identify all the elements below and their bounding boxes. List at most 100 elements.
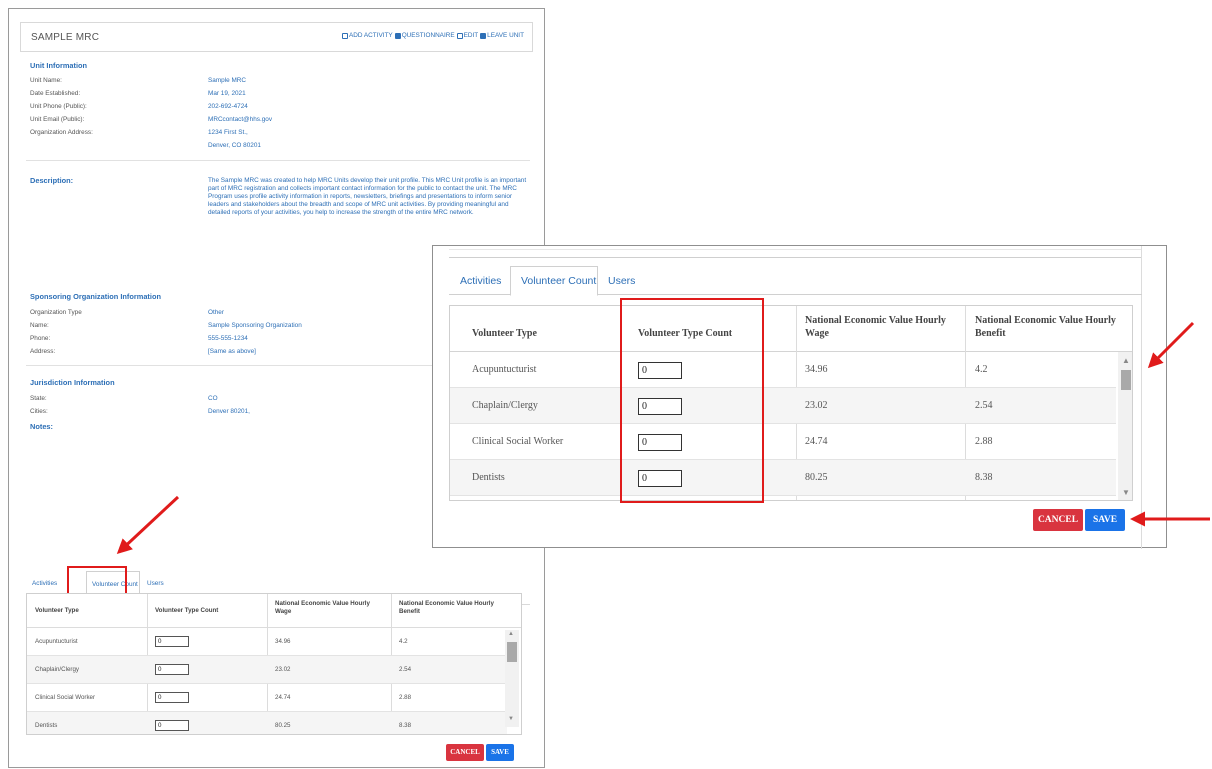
cancel-button[interactable]: CANCEL [1033, 509, 1083, 531]
scroll-down-icon[interactable]: ▼ [508, 716, 514, 722]
volunteer-type-cell: Chaplain/Clergy [35, 666, 80, 673]
zoomed-volunteer-panel: Activities Volunteer Count Users Volunte… [432, 245, 1167, 549]
row-label: Address: [30, 348, 56, 355]
calendar-icon [342, 32, 348, 39]
description-text: The Sample MRC was created to help MRC U… [208, 177, 527, 217]
volunteer-type-cell: Acupuntucturist [35, 638, 78, 645]
column-header: Volunteer Type Count [155, 607, 219, 614]
benefit-cell: 2.88 [975, 436, 993, 447]
add-activity-link[interactable]: ADD ACTIVITY [342, 32, 393, 39]
volunteer-count-input[interactable]: 0 [155, 720, 189, 731]
wage-cell: 23.02 [805, 400, 828, 411]
unit-info-heading: Unit Information [30, 61, 88, 70]
row-value: 555-555-1234 [208, 335, 248, 342]
pencil-icon [456, 32, 463, 39]
scroll-up-icon[interactable]: ▲ [1122, 356, 1130, 365]
table-scrollbar[interactable]: ▲ ▼ [505, 630, 519, 727]
cancel-button[interactable]: CANCEL [446, 744, 484, 761]
benefit-cell: 2.88 [399, 694, 412, 701]
row-value: CO [208, 395, 218, 402]
volunteer-count-input[interactable]: 0 [155, 636, 189, 647]
wage-cell: 80.25 [805, 472, 828, 483]
wage-cell: 34.96 [275, 638, 291, 645]
column-header: National Economic Value Hourly Wage [275, 600, 370, 615]
panel-header: SAMPLE MRC ADD ACTIVITY QUESTIONNAIRE ED… [20, 22, 533, 52]
scroll-down-icon[interactable]: ▼ [1122, 488, 1130, 497]
row-value: Denver, CO 80201 [208, 142, 261, 149]
panel-actions: ADD ACTIVITY QUESTIONNAIRE EDIT LEAVE UN… [342, 32, 524, 39]
page-title: SAMPLE MRC [31, 32, 100, 43]
volunteer-type-cell: Chaplain/Clergy [472, 400, 538, 411]
highlight-box [620, 298, 764, 503]
tab-label: Volunteer Count [521, 275, 597, 287]
row-label: Date Established: [30, 90, 81, 97]
column-header: National Economic Value Hourly Benefit [975, 315, 1116, 339]
column-header: Volunteer Type [35, 607, 79, 614]
benefit-cell: 2.54 [975, 400, 993, 411]
benefit-cell: 4.2 [399, 638, 408, 645]
volunteer-count-input[interactable]: 0 [155, 664, 189, 675]
scrollbar-thumb[interactable] [507, 642, 517, 662]
questionnaire-label: QUESTIONNAIRE [401, 32, 455, 39]
row-value: Other [208, 309, 224, 316]
description-heading: Description: [30, 176, 74, 185]
volunteer-type-cell: Dentists [35, 722, 58, 729]
notes-heading: Notes: [30, 422, 53, 431]
scroll-up-icon[interactable]: ▲ [508, 631, 514, 637]
tab-bar: Activities Volunteer Count Users [449, 266, 1142, 296]
row-label: Organization Type [30, 309, 82, 316]
benefit-cell: 2.54 [399, 666, 412, 673]
wage-cell: 34.96 [805, 364, 828, 375]
volunteer-type-cell: Clinical Social Worker [35, 694, 96, 701]
save-button[interactable]: SAVE [486, 744, 514, 761]
volunteer-type-cell: Clinical Social Worker [472, 436, 564, 447]
wage-cell: 80.25 [275, 722, 291, 729]
row-value: Sample MRC [208, 77, 246, 84]
table-scrollbar[interactable]: ▲ ▼ [1118, 352, 1132, 500]
volunteer-type-cell: Dentists [472, 472, 505, 483]
tab-activities[interactable]: Activities [32, 580, 57, 587]
divider [449, 257, 1142, 258]
row-label: Unit Phone (Public): [30, 103, 87, 110]
save-button[interactable]: SAVE [1085, 509, 1125, 531]
row-value: Mar 19, 2021 [208, 90, 246, 97]
table-row: Acupuntucturist 0 34.96 4.2 [450, 352, 1116, 388]
table-row: Dentists 0 80.25 8.38 [450, 460, 1116, 496]
questionnaire-link[interactable]: QUESTIONNAIRE [394, 32, 455, 39]
column-header: National Economic Value Hourly Benefit [399, 600, 494, 615]
table-row: Dentists 0 80.25 8.38 [27, 712, 507, 734]
tab-volunteer-count[interactable]: Volunteer Count [510, 266, 598, 296]
tab-users[interactable]: Users [608, 275, 635, 287]
row-label: Organization Address: [30, 129, 93, 136]
row-label: State: [30, 395, 47, 402]
person-icon [480, 32, 487, 39]
row-value: Sample Sponsoring Organization [208, 322, 302, 329]
volunteer-table: Volunteer Type Volunteer Type Count Nati… [449, 305, 1133, 501]
list-icon [394, 32, 401, 39]
sponsoring-heading: Sponsoring Organization Information [30, 292, 161, 301]
benefit-cell: 8.38 [399, 722, 412, 729]
tab-activities[interactable]: Activities [460, 275, 501, 287]
jurisdiction-heading: Jurisdiction Information [30, 378, 115, 387]
edit-link[interactable]: EDIT [456, 32, 478, 39]
scrollbar-thumb[interactable] [1121, 370, 1131, 390]
row-label: Name: [30, 322, 49, 329]
volunteer-count-input[interactable]: 0 [155, 692, 189, 703]
row-value: Denver 80201, [208, 408, 250, 415]
table-row: Clinical Social Worker 0 24.74 2.88 [27, 684, 507, 712]
leave-unit-label: LEAVE UNIT [487, 32, 524, 39]
divider [26, 160, 530, 161]
leave-unit-link[interactable]: LEAVE UNIT [480, 32, 524, 39]
benefit-cell: 4.2 [975, 364, 988, 375]
divider [449, 249, 1142, 250]
row-label: Cities: [30, 408, 48, 415]
table-row: Chaplain/Clergy 0 23.02 2.54 [27, 656, 507, 684]
wage-cell: 24.74 [805, 436, 828, 447]
column-header: Volunteer Type [472, 328, 537, 339]
volunteer-type-cell: Acupuntucturist [472, 364, 537, 375]
tab-users[interactable]: Users [147, 580, 164, 587]
wage-cell: 23.02 [275, 666, 291, 673]
table-row: Acupuntucturist 0 34.96 4.2 [27, 628, 507, 656]
table-header: Volunteer Type Volunteer Type Count Nati… [450, 306, 1132, 352]
add-activity-label: ADD ACTIVITY [349, 32, 393, 39]
